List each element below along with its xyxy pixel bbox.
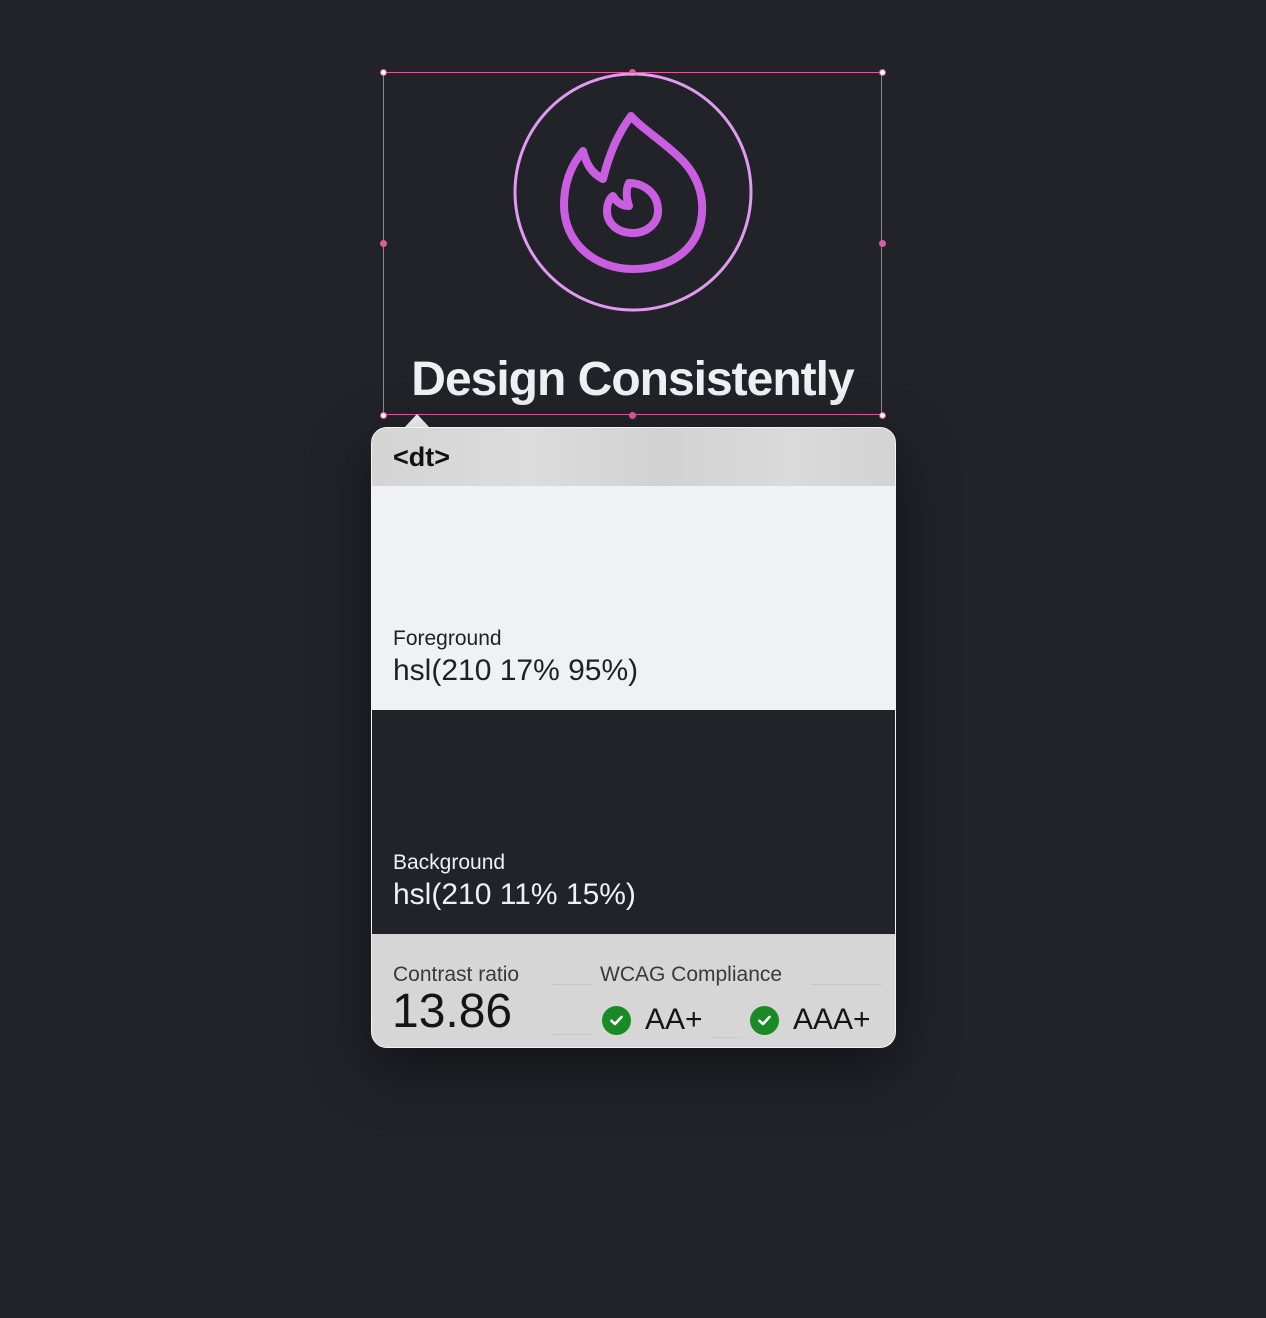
- divider-dots: [712, 1037, 742, 1038]
- resize-handle-right[interactable]: [878, 240, 886, 247]
- wcag-aaa-label: AAA+: [793, 1003, 871, 1036]
- contrast-ratio-value: 13.86: [392, 985, 513, 1038]
- background-label: Background: [393, 851, 506, 874]
- foreground-label: Foreground: [393, 627, 502, 650]
- resize-handle-bottom-right[interactable]: [878, 411, 886, 419]
- background-swatch[interactable]: Background hsl(210 11% 15%): [372, 710, 895, 934]
- popover-arrow: [404, 414, 430, 428]
- wcag-aa-label: AA+: [645, 1003, 703, 1036]
- flame-icon: [513, 72, 753, 313]
- canvas: Design Consistently <dt> Foreground hsl(…: [0, 0, 1266, 1318]
- divider-dots: [552, 1034, 592, 1035]
- contrast-footer: Contrast ratio 13.86 WCAG Compliance AA+: [372, 934, 895, 1047]
- divider-dots: [812, 984, 882, 985]
- wcag-compliance-label: WCAG Compliance: [600, 963, 783, 986]
- resize-handle-top-right[interactable]: [878, 68, 886, 76]
- foreground-swatch[interactable]: Foreground hsl(210 17% 95%): [372, 486, 895, 710]
- foreground-value: hsl(210 17% 95%): [393, 654, 639, 687]
- resize-handle-bottom[interactable]: [629, 411, 636, 419]
- check-circle-icon: [602, 1005, 631, 1035]
- resize-handle-top-left[interactable]: [379, 68, 387, 76]
- page-headline: Design Consistently: [411, 353, 854, 406]
- wcag-aaa-badge: AAA+: [750, 1002, 871, 1038]
- popover-header: <dt>: [372, 428, 895, 486]
- background-value: hsl(210 11% 15%): [393, 878, 636, 911]
- divider-dots: [552, 984, 592, 985]
- contrast-inspector-popover: <dt> Foreground hsl(210 17% 95%) Backgro…: [371, 427, 896, 1048]
- element-tag-label: <dt>: [393, 442, 451, 472]
- resize-handle-bottom-left[interactable]: [379, 411, 387, 419]
- resize-handle-left[interactable]: [379, 240, 387, 247]
- check-circle-icon: [750, 1005, 779, 1035]
- wcag-aa-badge: AA+: [602, 1002, 703, 1038]
